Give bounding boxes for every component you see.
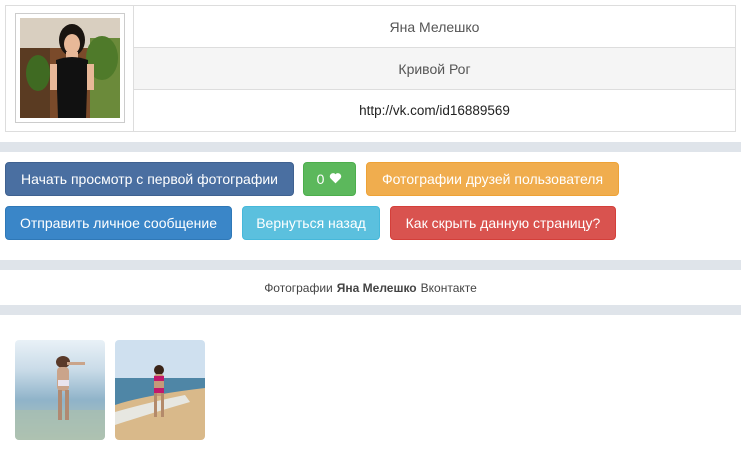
photos-caption: Фотографии Яна Мелешко Вконтакте: [0, 272, 741, 304]
photo-thumb-1[interactable]: [15, 340, 105, 440]
divider-band: [0, 260, 741, 270]
beach-photo-1-icon: [15, 340, 105, 440]
beach-photo-2-icon: [115, 340, 205, 440]
profile-name: Яна Мелешко: [134, 6, 735, 48]
photo-thumb-2[interactable]: [115, 340, 205, 440]
hide-page-button[interactable]: Как скрыть данную страницу?: [390, 206, 616, 240]
likes-count: 0: [316, 171, 325, 187]
like-button[interactable]: 0: [303, 162, 356, 196]
heart-icon: [329, 171, 342, 187]
avatar-image: [20, 18, 120, 118]
friends-photos-button[interactable]: Фотографии друзей пользователя: [366, 162, 619, 196]
caption-prefix: Фотографии: [264, 281, 333, 295]
send-message-button[interactable]: Отправить личное сообщение: [5, 206, 232, 240]
profile-card: Яна Мелешко Кривой Рог http://vk.com/id1…: [5, 5, 736, 132]
avatar[interactable]: [15, 13, 125, 123]
profile-city: Кривой Рог: [134, 48, 735, 90]
divider-band: [0, 305, 741, 315]
profile-url-link[interactable]: http://vk.com/id16889569: [134, 90, 735, 131]
profile-info: Яна Мелешко Кривой Рог http://vk.com/id1…: [134, 6, 735, 131]
go-back-button[interactable]: Вернуться назад: [242, 206, 380, 240]
start-view-button[interactable]: Начать просмотр с первой фотографии: [5, 162, 294, 196]
avatar-cell: [6, 6, 134, 131]
divider-band: [0, 142, 741, 152]
caption-name: Яна Мелешко: [336, 281, 417, 295]
caption-suffix: Вконтакте: [420, 281, 477, 295]
